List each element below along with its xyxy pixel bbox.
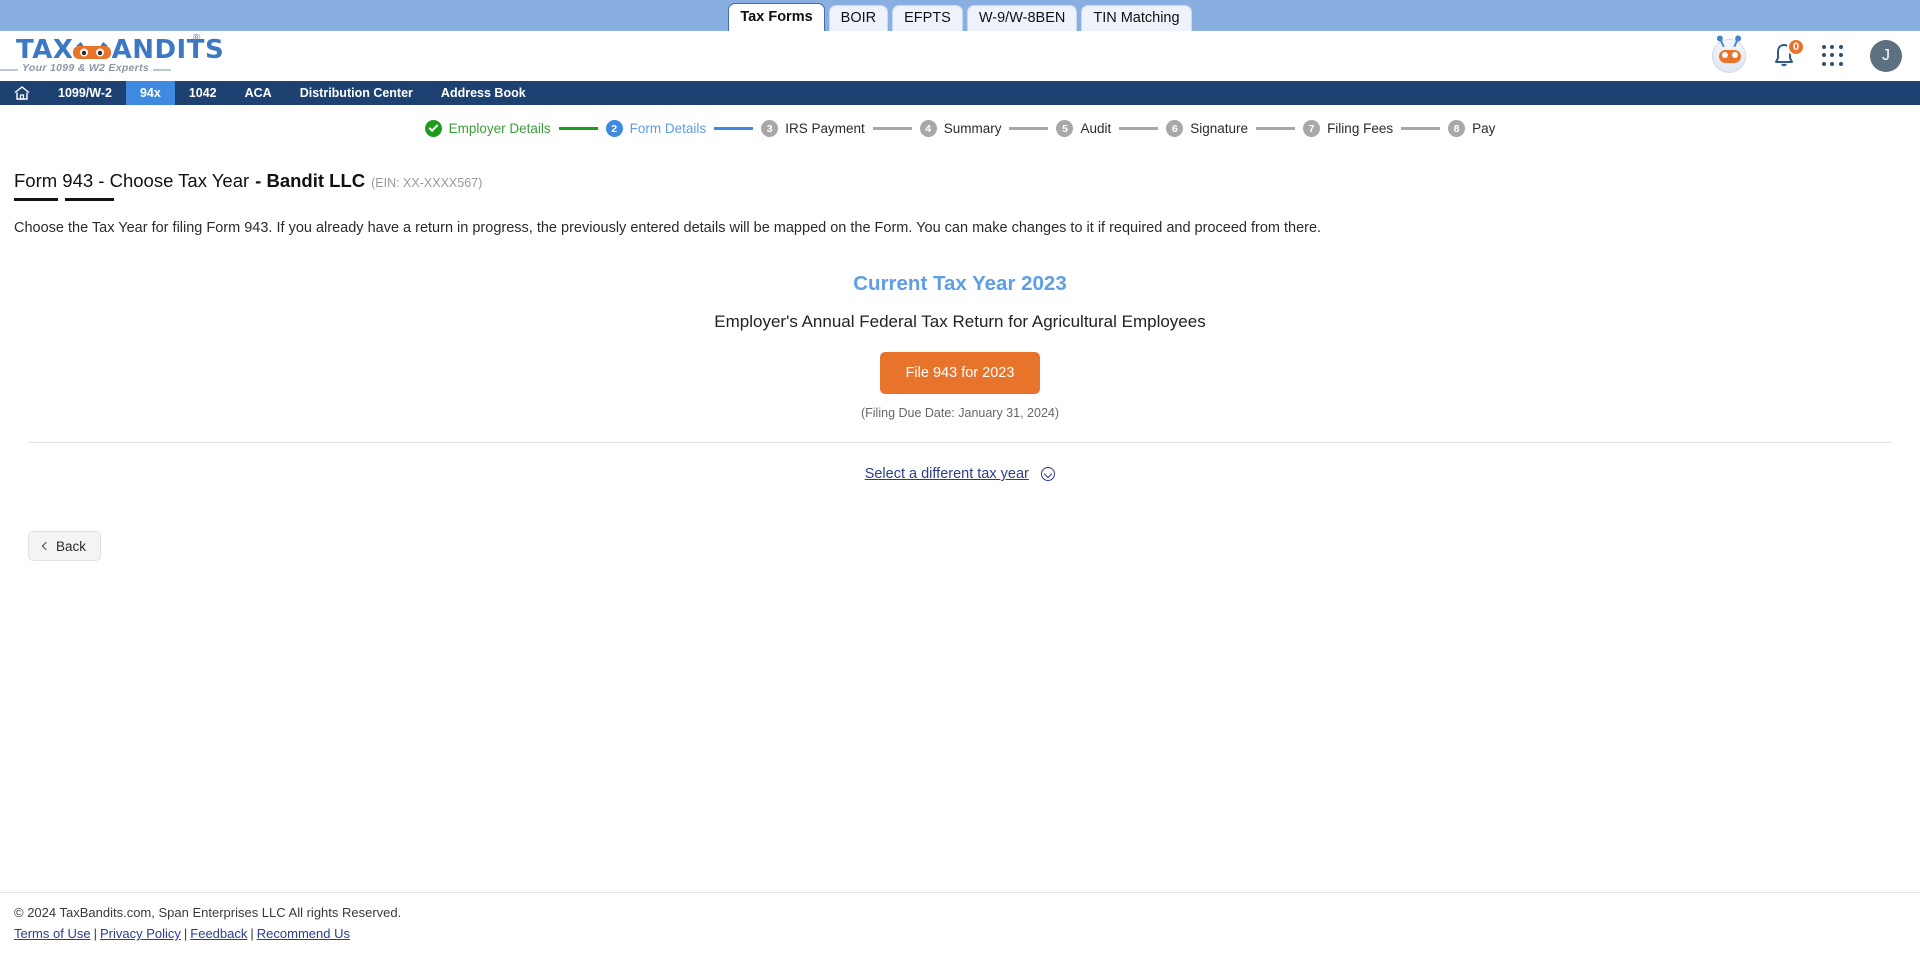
back-button-label: Back bbox=[56, 538, 87, 554]
current-tax-year-heading: Current Tax Year 2023 bbox=[853, 272, 1067, 295]
company-ein: (EIN: XX-XXXX567) bbox=[371, 176, 483, 190]
step-4-bubble: 4 bbox=[919, 120, 937, 137]
chevron-down-icon[interactable] bbox=[1041, 466, 1056, 481]
nav-home-button[interactable] bbox=[0, 81, 44, 105]
step-filing-fees[interactable]: 7 Filing Fees bbox=[1303, 120, 1393, 137]
back-button[interactable]: Back bbox=[28, 531, 102, 561]
connector-1 bbox=[558, 127, 598, 130]
tab-w9-w8ben[interactable]: W-9/W-8BEN bbox=[966, 5, 1078, 31]
tab-boir[interactable]: BOIR bbox=[828, 5, 889, 31]
nav-item-94x[interactable]: 94x bbox=[125, 81, 175, 105]
step-2-bubble: 2 bbox=[605, 120, 623, 137]
chatbot-button[interactable] bbox=[1712, 38, 1746, 73]
file-943-button[interactable]: File 943 for 2023 bbox=[879, 352, 1041, 394]
step-form-details[interactable]: 2 Form Details bbox=[605, 120, 707, 137]
select-different-tax-year-link[interactable]: Select a different tax year bbox=[865, 466, 1029, 482]
grid-icon bbox=[1822, 45, 1844, 67]
step-3-bubble: 3 bbox=[761, 120, 779, 137]
page-description: Choose the Tax Year for filing Form 943.… bbox=[14, 220, 1322, 236]
footer-link-recommend-us[interactable]: Recommend Us bbox=[257, 926, 350, 941]
logo-tagline: Your 1099 & W2 Experts bbox=[0, 62, 172, 74]
tab-tax-forms[interactable]: Tax Forms bbox=[728, 3, 825, 31]
check-icon bbox=[428, 122, 439, 133]
step-3-label: IRS Payment bbox=[785, 121, 865, 136]
chevron-left-icon bbox=[41, 541, 51, 551]
step-8-label: Pay bbox=[1472, 121, 1496, 136]
taxbandits-logo[interactable]: TAX ANDITS ® Your 1099 & W2 Experts bbox=[0, 33, 224, 79]
footer-link-terms-of-use[interactable]: Terms of Use bbox=[14, 926, 91, 941]
connector-7 bbox=[1401, 127, 1441, 130]
step-summary[interactable]: 4 Summary bbox=[919, 120, 1002, 137]
footer-separator-1: | bbox=[93, 926, 97, 941]
page-footer: © 2024 TaxBandits.com, Span Enterprises … bbox=[0, 892, 1920, 953]
tab-eftps[interactable]: EFPTS bbox=[892, 5, 963, 31]
form-description: Employer's Annual Federal Tax Return for… bbox=[714, 312, 1206, 331]
page-title: Form 943 - Choose Tax Year - Bandit LLC … bbox=[14, 152, 1906, 192]
footer-link-feedback[interactable]: Feedback bbox=[190, 926, 247, 941]
page-title-text: Form 943 - Choose Tax Year bbox=[14, 170, 250, 191]
section-divider bbox=[28, 442, 1892, 443]
avatar[interactable]: J bbox=[1870, 40, 1902, 72]
chatbot-icon bbox=[1712, 38, 1746, 73]
step-1-label: Employer Details bbox=[448, 121, 551, 136]
nav-item-1099-w2[interactable]: 1099/W-2 bbox=[44, 81, 126, 105]
footer-links: Terms of Use | Privacy Policy | Feedback | Rec… bbox=[14, 926, 1920, 941]
title-underline bbox=[14, 198, 114, 201]
step-irs-payment[interactable]: 3 IRS Payment bbox=[761, 120, 865, 137]
company-name: - Bandit LLC bbox=[255, 170, 366, 191]
apps-grid-button[interactable] bbox=[1822, 45, 1844, 67]
nav-item-1042[interactable]: 1042 bbox=[175, 81, 231, 105]
step-8-bubble: 8 bbox=[1448, 120, 1466, 137]
step-audit[interactable]: 5 Audit bbox=[1056, 120, 1111, 137]
footer-separator-3: | bbox=[250, 926, 254, 941]
brand-header: TAX ANDITS ® Your 1099 & W2 Experts 0 J bbox=[0, 31, 1920, 81]
filing-due-date: (Filing Due Date: January 31, 2024) bbox=[860, 406, 1060, 420]
progress-stepper: Employer Details 2 Form Details 3 IRS Pa… bbox=[0, 105, 1920, 152]
step-employer-details[interactable]: Employer Details bbox=[424, 120, 551, 137]
nav-item-aca[interactable]: ACA bbox=[231, 81, 286, 105]
footer-separator-2: | bbox=[183, 926, 188, 941]
footer-copyright: © 2024 TaxBandits.com, Span Enterprises … bbox=[14, 905, 402, 920]
connector-2 bbox=[714, 127, 754, 130]
step-pay[interactable]: 8 Pay bbox=[1448, 120, 1495, 137]
step-4-label: Summary bbox=[943, 121, 1002, 136]
logo-trademark-icon: ® bbox=[193, 33, 201, 44]
step-5-label: Audit bbox=[1080, 121, 1112, 136]
step-5-bubble: 5 bbox=[1056, 120, 1074, 137]
bandit-mask-icon bbox=[73, 42, 111, 59]
select-different-year-row: Select a different tax year bbox=[14, 465, 1906, 483]
main-navigation: 1099/W-2 94x 1042 ACA Distribution Cente… bbox=[0, 81, 1920, 105]
step-7-bubble: 7 bbox=[1303, 120, 1321, 137]
current-tax-year-card: Current Tax Year 2023 Employer's Annual … bbox=[14, 272, 1906, 420]
connector-6 bbox=[1256, 127, 1296, 130]
step-6-label: Signature bbox=[1190, 121, 1249, 136]
connector-5 bbox=[1119, 127, 1159, 130]
notification-count-badge: 0 bbox=[1787, 38, 1805, 56]
step-6-bubble: 6 bbox=[1166, 120, 1184, 137]
connector-3 bbox=[872, 127, 912, 130]
footer-link-privacy-policy[interactable]: Privacy Policy bbox=[100, 926, 181, 941]
step-signature[interactable]: 6 Signature bbox=[1166, 120, 1248, 137]
home-icon bbox=[14, 86, 30, 100]
step-1-bubble bbox=[424, 120, 442, 137]
step-7-label: Filing Fees bbox=[1327, 121, 1394, 136]
nav-item-distribution-center[interactable]: Distribution Center bbox=[286, 81, 427, 105]
page-content: Form 943 - Choose Tax Year - Bandit LLC … bbox=[0, 152, 1920, 561]
step-2-label: Form Details bbox=[629, 121, 707, 136]
tab-tin-matching[interactable]: TIN Matching bbox=[1081, 5, 1192, 31]
notifications-button[interactable]: 0 bbox=[1772, 38, 1805, 70]
connector-4 bbox=[1009, 127, 1049, 130]
top-tab-strip: Tax Forms BOIR EFPTS W-9/W-8BEN TIN Matc… bbox=[0, 0, 1920, 31]
nav-item-address-book[interactable]: Address Book bbox=[427, 81, 540, 105]
header-actions: 0 J bbox=[1712, 31, 1902, 81]
